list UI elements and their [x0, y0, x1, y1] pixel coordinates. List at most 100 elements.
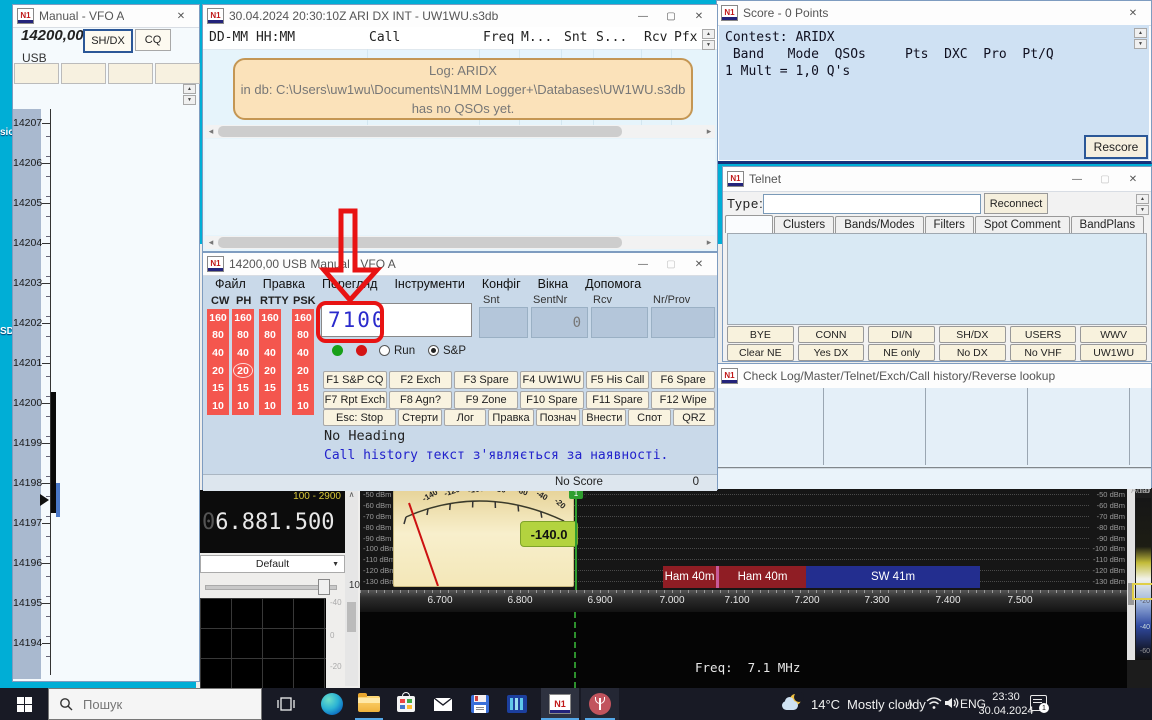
band-marker[interactable]: SW 41m [806, 566, 980, 588]
wifi-icon[interactable] [926, 696, 942, 710]
band-select-button[interactable]: 10 [292, 397, 314, 415]
close-icon[interactable]: ✕ [685, 7, 713, 25]
maximize-icon[interactable]: ▢ [1091, 170, 1119, 188]
mail-button[interactable] [425, 688, 461, 720]
tray-chevron-up-icon[interactable]: ∧ [906, 696, 914, 709]
telnet-command-button[interactable]: SH/DX [939, 326, 1006, 343]
function-key-button[interactable]: F1 S&P CQ [323, 371, 387, 389]
telnet-tab[interactable]: BandPlans [1071, 216, 1145, 233]
band-select-button[interactable]: 80 [232, 327, 254, 345]
band-select-button[interactable]: 40 [292, 344, 314, 362]
band-select-button[interactable]: 40 [259, 344, 281, 362]
action-button[interactable]: Правка [488, 409, 533, 426]
telnet-command-button[interactable]: CONN [798, 326, 865, 343]
band-select-button[interactable]: 15 [207, 379, 229, 397]
telnet-command-input[interactable] [763, 194, 981, 214]
score-titlebar[interactable]: N1 Score - 0 Points ✕ [717, 1, 1151, 26]
logger-app-button[interactable] [462, 688, 498, 720]
tuned-frequency-readout[interactable]: 06.881.500 [202, 510, 334, 535]
scroll-right-icon[interactable]: ▸ [703, 237, 715, 248]
sp-radio-label[interactable]: S&P [443, 345, 466, 357]
function-key-button[interactable]: F9 Zone [454, 391, 518, 409]
library-app-button[interactable] [499, 688, 535, 720]
taskbar-search[interactable] [48, 688, 262, 720]
band-select-button[interactable]: 80 [207, 327, 229, 345]
telnet-command-button[interactable]: BYE [727, 326, 794, 343]
function-key-button[interactable]: F5 His Call [586, 371, 650, 389]
log-column-header[interactable]: Rcv [644, 30, 667, 45]
close-icon[interactable]: ✕ [1119, 170, 1147, 188]
slider-handle[interactable] [318, 579, 330, 595]
action-button[interactable]: Спот [628, 409, 670, 426]
scroll-left-icon[interactable]: ◂ [205, 237, 217, 248]
spinner-up-icon[interactable]: ▲ [1136, 194, 1149, 204]
log-column-header[interactable]: Freq [483, 30, 514, 45]
telnet-command-button[interactable]: UW1WU [1080, 344, 1147, 361]
scrollbar-thumb[interactable] [218, 126, 622, 137]
waterfall-intensity-scale[interactable]: Auto -20-40-60-80-100-120 [1127, 488, 1152, 688]
spinner-up-icon[interactable]: ▲ [702, 29, 715, 39]
band-select-button[interactable]: 15 [232, 379, 254, 397]
band-select-button[interactable]: 15 [292, 379, 314, 397]
telnet-titlebar[interactable]: N1 Telnet — ▢ ✕ [723, 167, 1151, 192]
menu-item[interactable]: Допомога [585, 277, 641, 291]
band-select-button[interactable]: 20 [292, 362, 314, 380]
rcv-field[interactable] [591, 307, 648, 338]
menu-item[interactable]: Вікна [538, 277, 568, 291]
log-titlebar[interactable]: N1 30.04.2024 20:30:10Z ARI DX INT - UW1… [203, 5, 717, 28]
profile-dropdown[interactable]: Default ▼ [200, 555, 345, 573]
scrollbar-thumb[interactable] [218, 237, 622, 248]
telnet-command-button[interactable]: No VHF [1010, 344, 1077, 361]
minimize-icon[interactable]: — [629, 7, 657, 25]
spinner-down-icon[interactable]: ▼ [1136, 205, 1149, 215]
action-button[interactable]: Познач [536, 409, 581, 426]
band-select-button[interactable]: 10 [259, 397, 281, 415]
bandmap-scale[interactable]: 14207 14206 14205 14204 14203 14202 1420… [13, 109, 201, 679]
action-button[interactable]: Esc: Stop [323, 409, 396, 426]
band-select-button[interactable]: 160 [232, 309, 254, 327]
telnet-command-button[interactable]: USERS [1010, 326, 1077, 343]
function-key-button[interactable]: F12 Wipe [651, 391, 715, 409]
cq-button[interactable]: CQ [135, 29, 171, 51]
band-select-button[interactable]: 80 [259, 327, 281, 345]
minimize-icon[interactable]: — [629, 255, 657, 273]
intensity-scrollbar[interactable] [1127, 488, 1135, 660]
spinner-up-icon[interactable]: ▲ [1134, 28, 1147, 38]
frequency-axis[interactable]: 6.7006.8006.9007.0007.1007.2007.3007.400… [360, 590, 1127, 612]
menu-item[interactable]: Правка [263, 277, 305, 291]
log-spinner[interactable]: ▲ ▼ [702, 29, 715, 50]
maximize-icon[interactable]: ▢ [657, 255, 685, 273]
intensity-gradient-bar[interactable] [1136, 498, 1151, 660]
telnet-command-button[interactable]: Yes DX [798, 344, 865, 361]
notification-center-button[interactable]: 1 [1030, 695, 1050, 713]
function-key-button[interactable]: F4 UW1WU [520, 371, 584, 389]
snt-field[interactable] [479, 307, 528, 338]
close-icon[interactable]: ✕ [685, 255, 713, 273]
microsoft-store-button[interactable] [388, 688, 424, 720]
start-button[interactable] [0, 688, 48, 720]
action-button[interactable]: Внести [582, 409, 626, 426]
close-icon[interactable]: ✕ [167, 7, 195, 25]
band-select-button[interactable]: 20 [259, 362, 281, 380]
action-button[interactable]: QRZ [673, 409, 715, 426]
action-button[interactable]: Стерти [398, 409, 442, 426]
file-explorer-button[interactable] [351, 688, 387, 720]
checklog-titlebar[interactable]: N1 Check Log/Master/Telnet/Exch/Call his… [717, 364, 1151, 389]
band-select-button[interactable]: 15 [259, 379, 281, 397]
telnet-tab[interactable]: Filters [925, 216, 974, 233]
function-key-button[interactable]: F6 Spare [651, 371, 715, 389]
task-view-button[interactable] [268, 688, 304, 720]
band-select-button[interactable]: 160 [259, 309, 281, 327]
telnet-command-button[interactable]: Clear NE [727, 344, 794, 361]
minimize-icon[interactable]: — [1063, 170, 1091, 188]
nrprov-field[interactable] [651, 307, 715, 338]
spinner-up-icon[interactable]: ▲ [183, 84, 196, 94]
log-column-header[interactable]: DD-MM HH:MM [209, 30, 295, 45]
spinner-down-icon[interactable]: ▼ [1134, 39, 1147, 49]
band-marker[interactable]: Ham 40m [719, 566, 806, 588]
scroll-left-icon[interactable]: ◂ [205, 126, 217, 137]
function-key-button[interactable]: F10 Spare [520, 391, 584, 409]
band-select-button[interactable]: 20 [207, 362, 229, 380]
scroll-up-icon[interactable]: ∧ [349, 490, 355, 499]
telnet-command-button[interactable]: DI/N [868, 326, 935, 343]
